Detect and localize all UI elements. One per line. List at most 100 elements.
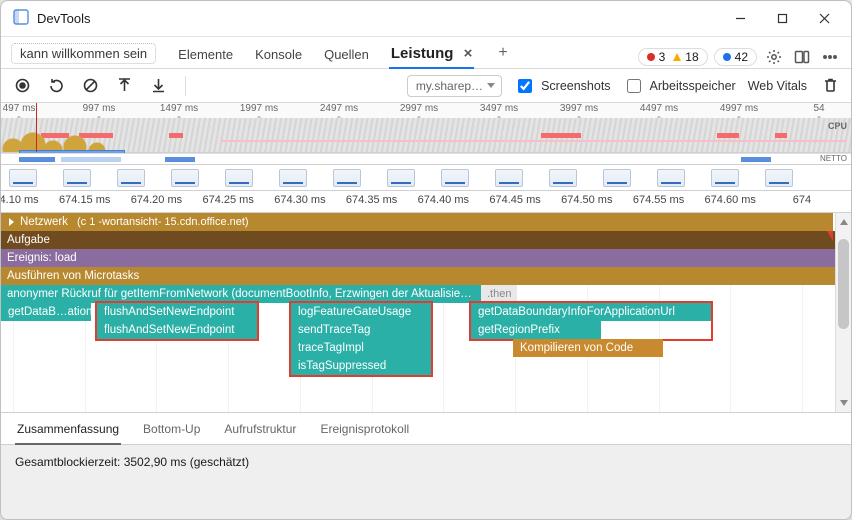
errors-badge[interactable]: 3 18 <box>638 48 708 66</box>
microtasks-row[interactable]: Ausführen von Microtasks <box>1 267 833 285</box>
delete-recording-button[interactable] <box>819 75 841 97</box>
webvitals-label: Web Vitals <box>748 79 807 93</box>
screenshots-input[interactable] <box>518 79 532 93</box>
cell-traceImpl[interactable]: traceTagImpl <box>291 339 431 357</box>
more-button[interactable] <box>819 46 841 68</box>
overview-tick: 54 <box>813 103 824 114</box>
detail-tab-summary[interactable]: Zusammenfassung <box>15 414 121 444</box>
detail-tick: 674.15 ms <box>59 194 110 206</box>
site-chip[interactable]: kann willkommen sein <box>11 43 156 64</box>
detail-tick: 674.45 ms <box>489 194 540 206</box>
warning-triangle-icon <box>673 53 681 61</box>
overview-ruler: 497 ms997 ms1497 ms1997 ms2497 ms2997 ms… <box>1 103 851 117</box>
overview-timeline[interactable]: 497 ms997 ms1497 ms1997 ms2497 ms2997 ms… <box>1 103 851 153</box>
detail-tick: 674.25 ms <box>202 194 253 206</box>
scroll-thumb[interactable] <box>838 239 849 329</box>
cell-isTag[interactable]: isTagSuppressed <box>291 357 431 375</box>
flame-scrollbar[interactable] <box>835 213 851 412</box>
info-badge[interactable]: 42 <box>714 48 757 66</box>
title-bar: DevTools <box>1 1 851 37</box>
status-bar: Gesamtblockierzeit: 3502,90 ms (geschätz… <box>1 445 851 519</box>
detail-tab-eventlog[interactable]: Ereignisprotokoll <box>318 414 411 444</box>
cell-sendTrace[interactable]: sendTraceTag <box>291 321 431 339</box>
scroll-up-icon[interactable] <box>840 217 848 225</box>
overview-tick: 3997 ms <box>560 103 598 114</box>
warnings-count: 18 <box>685 50 698 64</box>
overview-cursor[interactable] <box>36 103 37 152</box>
reload-button[interactable] <box>45 75 67 97</box>
detail-tab-calltree[interactable]: Aufrufstruktur <box>222 414 298 444</box>
info-dot-icon <box>723 53 731 61</box>
overview-body[interactable] <box>1 118 851 152</box>
cell-flush1[interactable]: flushAndSetNewEndpoint <box>97 303 257 321</box>
cell-compile[interactable]: Kompilieren von Code <box>513 339 663 357</box>
detail-tab-bottomup[interactable]: Bottom-Up <box>141 414 202 444</box>
overview-tick: 997 ms <box>83 103 116 114</box>
anon-callback-row[interactable]: anonymer Rückruf für getItemFromNetwork … <box>1 285 833 303</box>
overview-tick: 4497 ms <box>640 103 678 114</box>
flame-chart[interactable]: Netzwerk (c 1 -wortansicht- 15.cdn.offic… <box>1 213 851 413</box>
toolbar-separator <box>185 76 186 96</box>
detail-tick: 674.20 ms <box>131 194 182 206</box>
memory-checkbox[interactable]: Arbeitsspeicher <box>623 76 736 96</box>
maximize-button[interactable] <box>763 5 801 33</box>
detail-tick: 674.50 ms <box>561 194 612 206</box>
network-row[interactable]: Netzwerk (c 1 -wortansicht- 15.cdn.offic… <box>1 213 833 231</box>
expand-icon[interactable] <box>9 218 14 226</box>
devtools-icon <box>13 9 29 28</box>
detail-tick: 674.35 ms <box>346 194 397 206</box>
panel-tab-bar: kann willkommen sein Elemente Konsole Qu… <box>1 37 851 69</box>
overview-net-row: NETTO <box>1 153 851 165</box>
detail-tick: 674.10 ms <box>0 194 39 206</box>
detail-tick: 674.60 ms <box>705 194 756 206</box>
record-button[interactable] <box>11 75 33 97</box>
scroll-down-icon[interactable] <box>840 400 848 408</box>
event-row[interactable]: Ereignis: load <box>1 249 833 267</box>
tab-console[interactable]: Konsole <box>253 41 304 68</box>
cell-logFG[interactable]: logFeatureGateUsage <box>291 303 431 321</box>
dock-side-button[interactable] <box>791 46 813 68</box>
overview-tick: 497 ms <box>3 103 36 114</box>
error-dot-icon <box>647 53 655 61</box>
clear-button[interactable] <box>79 75 101 97</box>
errors-count: 3 <box>659 50 666 64</box>
overview-tick: 4997 ms <box>720 103 758 114</box>
settings-button[interactable] <box>763 46 785 68</box>
window-title: DevTools <box>37 11 90 26</box>
overview-tick: 3497 ms <box>480 103 518 114</box>
overview-tick: 2497 ms <box>320 103 358 114</box>
task-row[interactable]: Aufgabe <box>1 231 833 249</box>
tab-performance[interactable]: Leistung × <box>389 39 474 68</box>
detail-tick: 674.55 ms <box>633 194 684 206</box>
overview-tick: 1497 ms <box>160 103 198 114</box>
upload-button[interactable] <box>113 75 135 97</box>
performance-toolbar: my.sharep… Screenshots Arbeitsspeicher W… <box>1 69 851 103</box>
devtools-window: DevTools kann willkommen sein Elemente K… <box>0 0 852 520</box>
screenshot-thumbnails[interactable] <box>1 165 851 191</box>
tab-sources[interactable]: Quellen <box>322 41 371 68</box>
cell-getRegion[interactable]: getRegionPrefix <box>471 321 601 339</box>
download-button[interactable] <box>147 75 169 97</box>
detail-ruler[interactable]: 674.10 ms 674.15 ms 674.20 ms 674.25 ms 674.… <box>1 191 851 213</box>
cell-getBound[interactable]: getDataBoundaryInfoForApplicationUrl <box>471 303 711 321</box>
cell-getDataB[interactable]: getDataB…ationUrl <box>1 303 91 321</box>
tab-performance-label: Leistung <box>391 45 454 62</box>
network-source: (c 1 -wortansicht- 15.cdn.office.net) <box>71 213 833 231</box>
then-label: .then <box>481 285 517 303</box>
overview-tick: 1997 ms <box>240 103 278 114</box>
screenshots-checkbox[interactable]: Screenshots <box>514 76 610 96</box>
cell-flush2[interactable]: flushAndSetNewEndpoint <box>97 321 257 339</box>
network-row-label[interactable]: Netzwerk <box>1 213 76 231</box>
target-dropdown[interactable]: my.sharep… <box>407 75 502 97</box>
close-window-button[interactable] <box>805 5 843 33</box>
tab-close-suffix[interactable]: × <box>464 45 473 62</box>
minimize-button[interactable] <box>721 5 759 33</box>
tab-elements[interactable]: Elemente <box>176 41 235 68</box>
longtask-marker-icon <box>827 231 833 241</box>
detail-tick: 674.40 ms <box>418 194 469 206</box>
overview-pink-line <box>221 140 847 142</box>
new-tab-button[interactable]: + <box>492 44 513 68</box>
info-count: 42 <box>735 50 748 64</box>
memory-input[interactable] <box>627 79 641 93</box>
issue-badges[interactable]: 3 18 42 <box>638 48 757 66</box>
